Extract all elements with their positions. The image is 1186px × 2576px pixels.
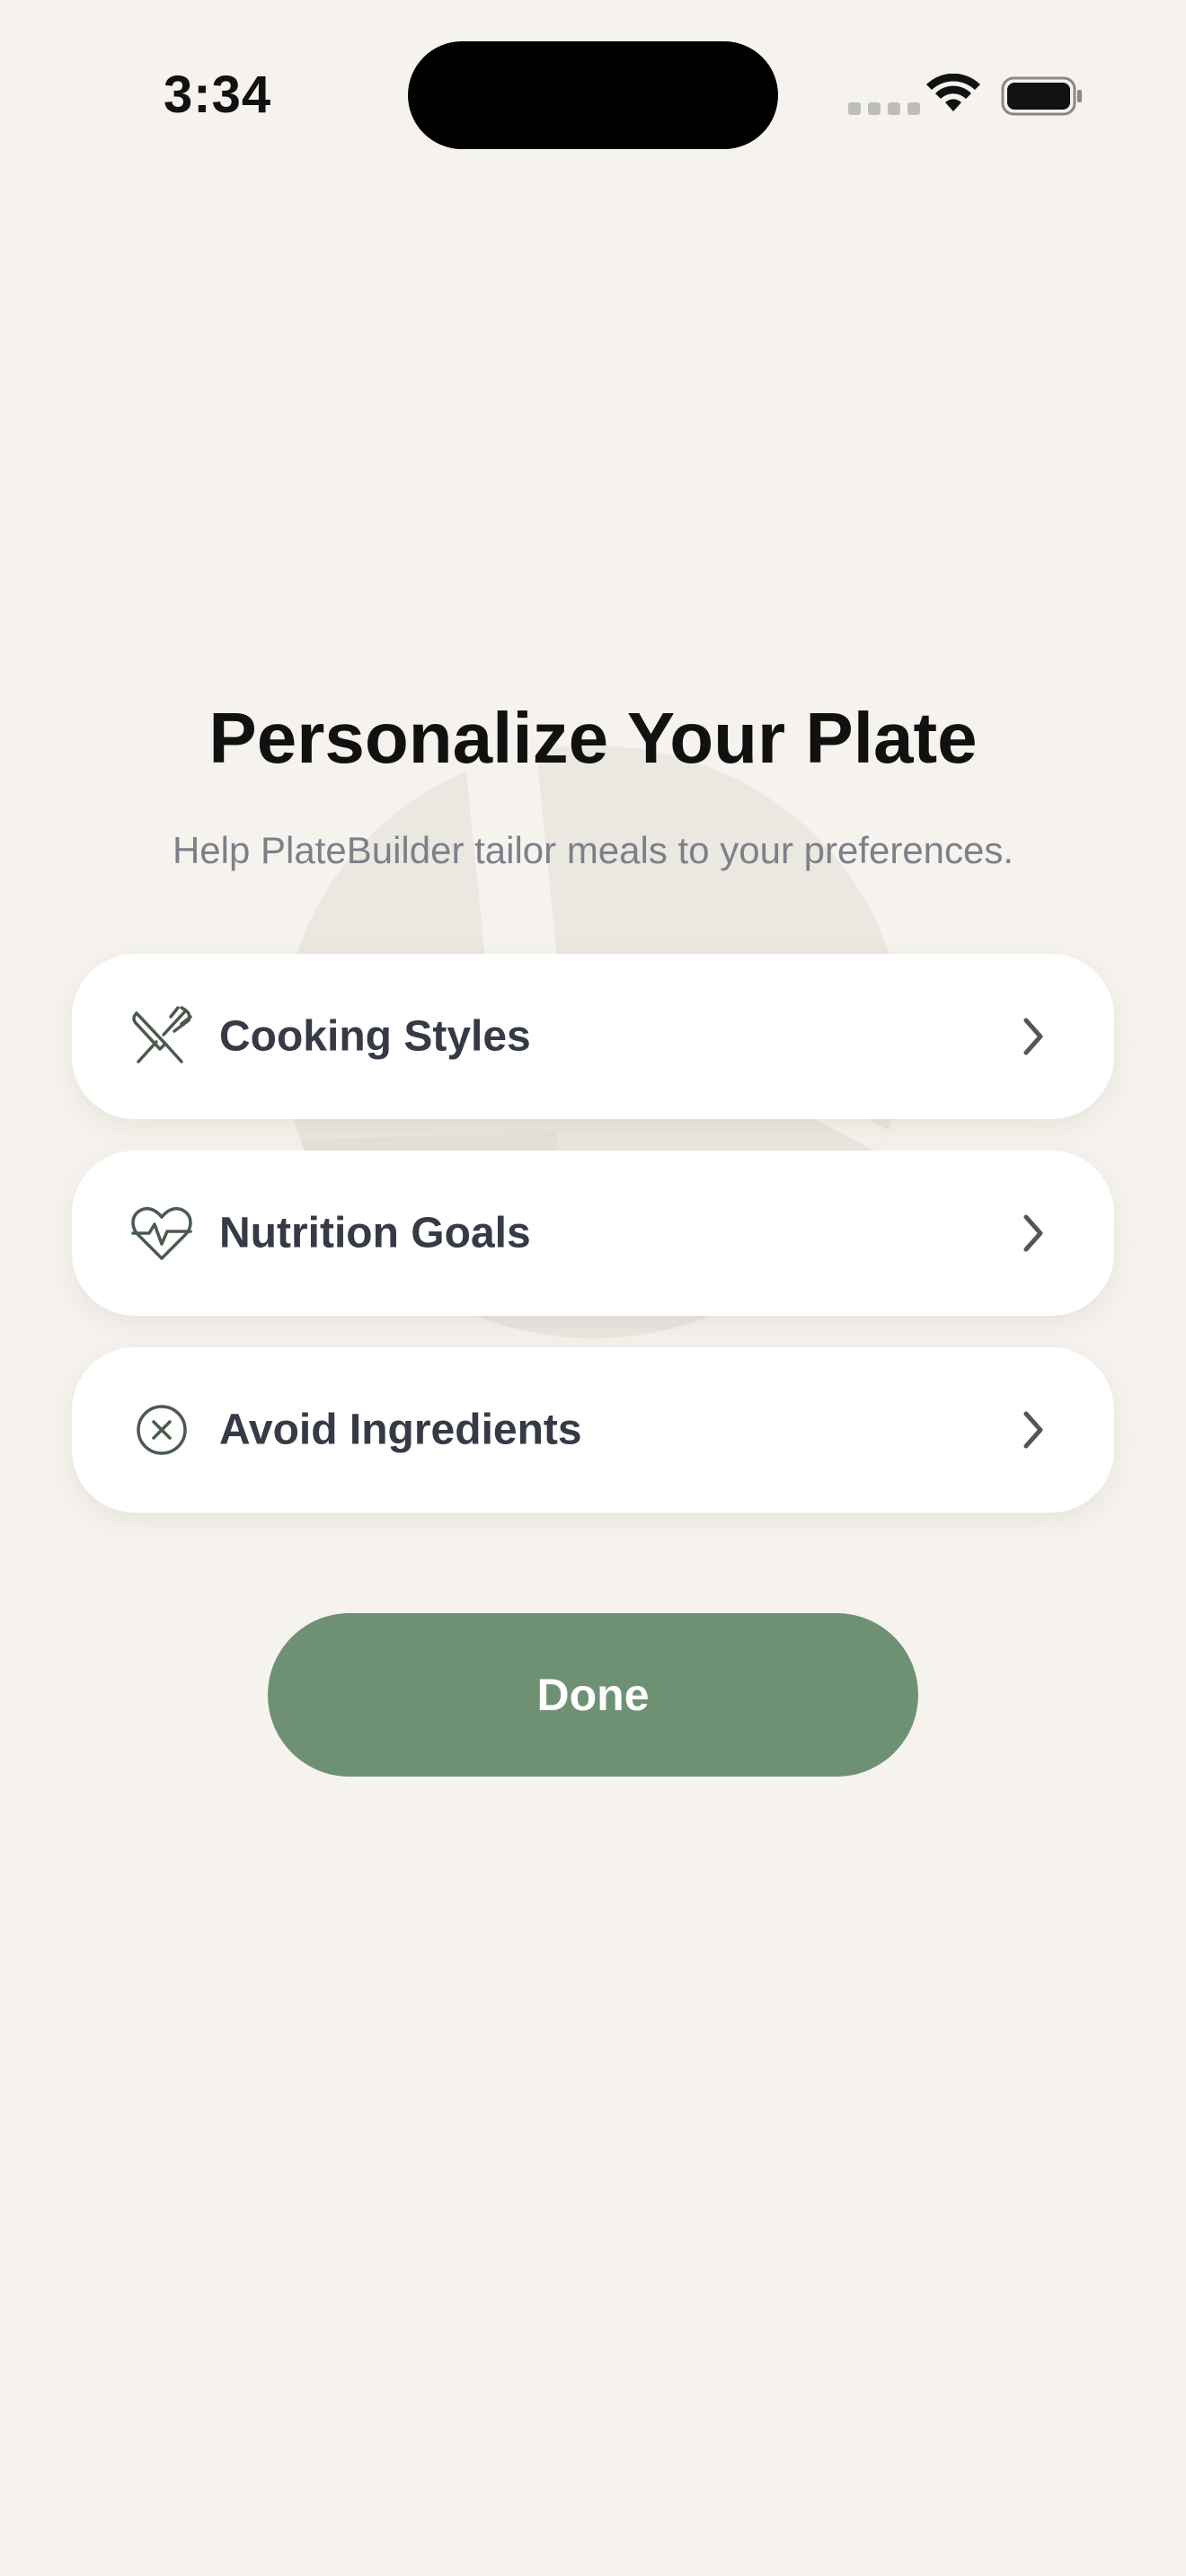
wifi-icon bbox=[926, 74, 980, 111]
page-title: Personalize Your Plate bbox=[208, 698, 978, 778]
cooking-styles-row[interactable]: Cooking Styles bbox=[72, 954, 1114, 1119]
done-button[interactable]: Done bbox=[268, 1613, 918, 1777]
nutrition-goals-row[interactable]: Nutrition Goals bbox=[72, 1151, 1114, 1316]
nutrition-goals-label: Nutrition Goals bbox=[219, 1209, 531, 1257]
avoid-ingredients-label: Avoid Ingredients bbox=[219, 1406, 582, 1454]
avoid-ingredients-row[interactable]: Avoid Ingredients bbox=[72, 1347, 1114, 1513]
page-subtitle: Help PlateBuilder tailor meals to your p… bbox=[172, 829, 1014, 871]
status-time: 3:34 bbox=[164, 66, 272, 124]
fork-knife-icon bbox=[132, 1006, 192, 1063]
heart-pulse-icon bbox=[131, 1206, 192, 1260]
battery-icon bbox=[1001, 76, 1082, 116]
x-circle-icon bbox=[137, 1405, 187, 1455]
chevron-right-icon bbox=[1023, 1018, 1043, 1055]
dynamic-island bbox=[408, 41, 778, 149]
chevron-right-icon bbox=[1023, 1214, 1043, 1252]
cooking-styles-label: Cooking Styles bbox=[219, 1012, 531, 1061]
chevron-right-icon bbox=[1023, 1411, 1043, 1449]
signal-dots-icon bbox=[848, 102, 920, 115]
